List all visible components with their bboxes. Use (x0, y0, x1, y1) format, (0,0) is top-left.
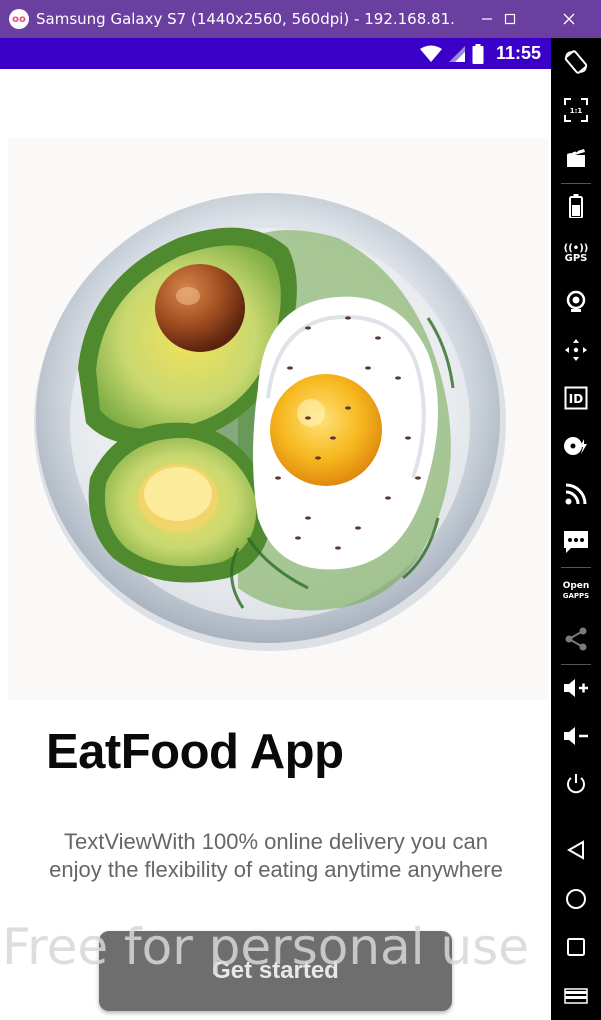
recent-apps-icon[interactable] (551, 925, 601, 969)
network-icon[interactable] (551, 472, 601, 516)
volume-down-icon[interactable] (551, 714, 601, 758)
food-image (8, 138, 548, 700)
status-bar: 11:55 (0, 38, 551, 69)
svg-text:1:1: 1:1 (570, 107, 583, 115)
power-icon[interactable] (551, 762, 601, 806)
close-button[interactable] (546, 0, 592, 38)
svg-text:ID: ID (569, 392, 583, 406)
rotate-icon[interactable] (551, 40, 601, 84)
status-clock: 11:55 (495, 43, 541, 63)
volume-up-icon[interactable] (551, 666, 601, 710)
wifi-icon (419, 45, 442, 62)
screen-record-icon[interactable] (551, 136, 601, 180)
emulator-sidebar: 1:1 ((•)) GPS ID Open GAPPS (551, 38, 601, 1020)
device-id-icon[interactable]: ID (551, 376, 601, 420)
emulator-window: oo Samsung Galaxy S7 (1440x2560, 560dpi)… (0, 0, 601, 1020)
app-description: TextViewWith 100% online delivery you ca… (49, 829, 503, 882)
camera-icon[interactable] (551, 280, 601, 324)
gps-icon[interactable]: ((•)) GPS (551, 232, 601, 276)
share-icon[interactable] (551, 617, 601, 661)
disk-io-icon[interactable] (551, 424, 601, 468)
remote-control-icon[interactable] (551, 328, 601, 372)
home-icon[interactable] (551, 877, 601, 921)
genymotion-icon: oo (9, 9, 29, 29)
battery-icon (472, 43, 484, 64)
maximize-button[interactable] (487, 0, 533, 38)
app-title: EatFood App (46, 725, 344, 779)
pixel-perfect-icon[interactable]: 1:1 (551, 88, 601, 132)
battery-widget-icon[interactable] (551, 184, 601, 228)
get-started-button[interactable]: Get started (99, 931, 452, 1011)
sms-icon[interactable] (551, 520, 601, 564)
back-icon[interactable] (551, 828, 601, 872)
open-gapps-icon[interactable]: Open GAPPS (551, 569, 601, 613)
window-titlebar: oo Samsung Galaxy S7 (1440x2560, 560dpi)… (0, 0, 601, 38)
phone-screen: 11:55 EatFood App TextViewWith 100% onli… (0, 38, 551, 1020)
signal-icon (448, 45, 465, 62)
menu-icon[interactable] (551, 974, 601, 1018)
window-title: Samsung Galaxy S7 (1440x2560, 560dpi) - … (36, 10, 456, 28)
